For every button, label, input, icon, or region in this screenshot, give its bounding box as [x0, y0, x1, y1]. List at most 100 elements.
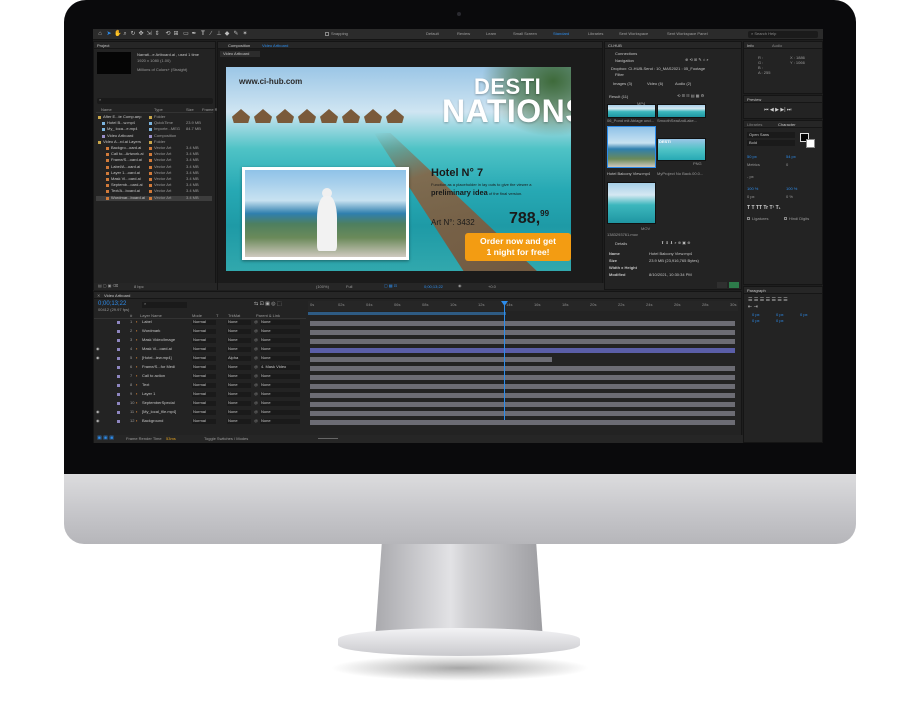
filter-label[interactable]: Filter [615, 73, 624, 77]
parent-dropdown[interactable]: None [260, 401, 300, 406]
layer-duration-bar[interactable] [310, 419, 735, 425]
project-item[interactable]: Label/A...oard.ai Vector Art 3.4 MB [96, 164, 212, 170]
visibility-eye-icon[interactable]: ◉ [96, 419, 100, 423]
label-color-swatch[interactable] [149, 140, 152, 144]
zoom-tool-icon[interactable]: ⌕ [122, 31, 128, 37]
workspace-review[interactable]: Review [457, 32, 470, 36]
parent-dropdown[interactable]: None [260, 419, 300, 424]
tsume-value[interactable]: 0 % [786, 195, 793, 199]
composition-tab[interactable]: Composition [228, 44, 250, 48]
label-color-swatch[interactable] [149, 196, 152, 200]
workspace-libraries[interactable]: Libraries [588, 32, 603, 36]
interpret-footage-icon[interactable]: ▤ ▢ ▣ ⌫ [98, 284, 118, 288]
text-style-buttons-icon[interactable]: T T TT Tr T¹ T₁ [747, 206, 781, 211]
stroke-color-swatch[interactable] [806, 139, 815, 148]
layer-duration-bar[interactable] [310, 383, 735, 389]
layer-name[interactable]: Background [142, 419, 163, 423]
indent-right-value[interactable]: 0 px [776, 313, 784, 317]
thumb-pond[interactable] [607, 104, 656, 118]
pick-whip-icon[interactable]: @ [254, 392, 258, 396]
layer-duration-bar[interactable] [310, 320, 735, 326]
track-matte-dropdown[interactable]: None [227, 410, 251, 415]
eraser-tool-icon[interactable]: ◆ [224, 31, 230, 37]
move-tool-icon[interactable]: ✥ [138, 31, 144, 37]
timeline-layer-row[interactable]: 8 ▪ Text Normal None @ None [94, 383, 306, 389]
workspace-standard[interactable]: Standard [553, 32, 569, 36]
label-color-swatch[interactable] [149, 147, 152, 150]
layer-name[interactable]: Layer 1 [142, 392, 155, 396]
timeline-layer-row[interactable]: ◉ 11 ▪ [My_local_file.mp4] Normal None @ None [94, 410, 306, 416]
timeline-layer-row[interactable]: 1 ▪ Label Normal None @ None [94, 320, 306, 326]
footer-switch-icons[interactable]: ▣ ▣ ▣ [97, 436, 114, 441]
nav-buttons-icon[interactable]: ⊕ ⟲ ⊞ ✎ ⌂ ⌕ [685, 58, 709, 62]
pick-whip-icon[interactable]: @ [254, 365, 258, 369]
timeline-layer-row[interactable]: ◉ 4 ▪ Mask Vi...oard.ai Normal None @ None [94, 347, 306, 353]
pick-whip-icon[interactable]: @ [254, 320, 258, 324]
stroke-width-value[interactable]: - px [747, 175, 754, 179]
label-color-swatch[interactable] [149, 171, 152, 175]
baseline-shift-value[interactable]: 0 px [747, 195, 755, 199]
timeline-layer-row[interactable]: 7 ▪ Call to action Normal None @ None [94, 374, 306, 380]
label-color-swatch[interactable] [117, 393, 120, 396]
type-tool-icon[interactable]: T [200, 31, 206, 37]
toggle-switches-label[interactable]: Toggle Switches / Modes [204, 437, 248, 441]
workspace-sent-panel[interactable]: Sent Workspace Panel [667, 32, 708, 36]
dropbox-path[interactable]: Dropbox: CI-HUB-Send : 10_MAS2021 : 05_F… [611, 67, 705, 71]
timeline-layer-row[interactable]: 10 ▪ SeptemberSpecial Normal None @ None [94, 401, 306, 407]
puppet-tool-icon[interactable]: ✶ [242, 31, 248, 37]
layer-duration-bar[interactable] [310, 392, 735, 398]
timeline-tab[interactable]: Video Artboard [104, 294, 130, 298]
exposure-value[interactable]: +0.0 [488, 285, 496, 289]
work-area-bar[interactable] [308, 312, 506, 315]
label-color-swatch[interactable] [117, 375, 120, 378]
chub-action-button[interactable] [717, 282, 727, 288]
artboard-canvas[interactable]: www.ci-hub.com DESTI NATIONS Hotel N° 7 … [226, 67, 571, 271]
zoom-slider[interactable] [318, 438, 338, 439]
zoom-dropdown[interactable]: (100%) [316, 285, 329, 289]
layer-name[interactable]: Text [142, 383, 149, 387]
label-color-swatch[interactable] [149, 165, 152, 169]
label-color-swatch[interactable] [117, 330, 120, 333]
snapping-checkbox[interactable] [325, 32, 329, 36]
col-name[interactable]: Name [101, 108, 112, 112]
track-matte-dropdown[interactable]: None [227, 374, 251, 379]
bpc-label[interactable]: 8 bpc [134, 285, 144, 289]
dolly-tool-icon[interactable]: ⇕ [154, 31, 160, 37]
parent-dropdown[interactable]: None [260, 320, 300, 325]
visibility-eye-icon[interactable]: ◉ [96, 347, 100, 351]
label-color-swatch[interactable] [149, 128, 152, 132]
paragraph-tab[interactable]: Paragraph [747, 289, 766, 293]
workspace-learn[interactable]: Learn [486, 32, 496, 36]
stamp-tool-icon[interactable]: ⊥ [216, 31, 222, 37]
pen-tool-icon[interactable]: ✒ [191, 31, 197, 37]
pick-whip-icon[interactable]: @ [254, 338, 258, 342]
label-color-swatch[interactable] [117, 366, 120, 369]
label-color-swatch[interactable] [149, 122, 152, 126]
track-matte-dropdown[interactable]: None [227, 383, 251, 388]
blend-mode-dropdown[interactable]: Normal [192, 383, 216, 388]
home-icon[interactable]: ⌂ [97, 31, 103, 37]
tracking-value[interactable]: 0 [786, 163, 788, 167]
layer-name[interactable]: SeptemberSpecial [142, 401, 175, 405]
timeline-layer-row[interactable]: 2 ▪ Wordmark Normal None @ None [94, 329, 306, 335]
label-color-swatch[interactable] [149, 190, 152, 194]
parent-dropdown[interactable]: None [260, 329, 300, 334]
parent-dropdown[interactable]: None [260, 383, 300, 388]
visibility-eye-icon[interactable]: ◉ [96, 356, 100, 360]
blend-mode-dropdown[interactable]: Normal [192, 401, 216, 406]
layer-duration-bar[interactable] [310, 347, 735, 353]
layer-name[interactable]: Mask Vi...oard.ai [142, 347, 172, 351]
label-color-swatch[interactable] [117, 402, 120, 405]
rectangle-tool-icon[interactable]: ▭ [183, 31, 189, 37]
time-ruler[interactable]: 0s 02s 04s 06s 08s 10s 12s 14s 16s 18s 20s 22s 24s 26… [308, 301, 738, 311]
playback-controls-icon[interactable]: ⏮ ◀ ▶ ▶| ⏭ [764, 108, 791, 113]
artboard-subtab[interactable]: Video Artboard [220, 51, 260, 57]
character-tab[interactable]: Character [778, 123, 796, 127]
track-matte-dropdown[interactable]: None [227, 329, 251, 334]
pick-whip-icon[interactable]: @ [254, 347, 258, 351]
space-before-value[interactable]: 0 px [752, 319, 760, 323]
track-matte-dropdown[interactable]: None [227, 338, 251, 343]
space-after-value[interactable]: 0 px [776, 319, 784, 323]
pick-whip-icon[interactable]: @ [254, 383, 258, 387]
connections-label[interactable]: Connections [615, 52, 637, 56]
